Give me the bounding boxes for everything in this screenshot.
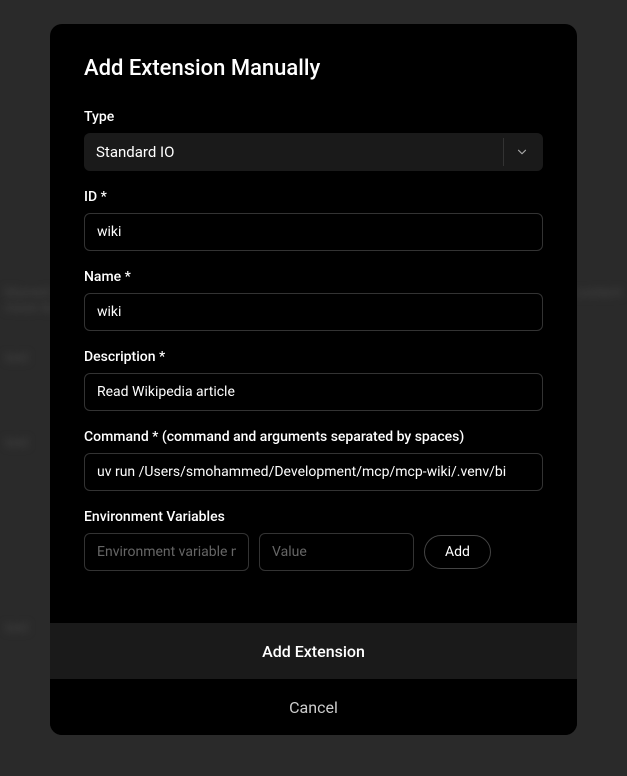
command-input[interactable] bbox=[84, 453, 543, 491]
add-env-button[interactable]: Add bbox=[424, 535, 491, 569]
add-extension-button[interactable]: Add Extension bbox=[50, 623, 577, 679]
background-text: text bbox=[5, 620, 29, 636]
env-value-input[interactable] bbox=[259, 533, 414, 571]
modal-title: Add Extension Manually bbox=[84, 56, 543, 81]
env-field-group: Environment Variables Add bbox=[84, 509, 543, 571]
background-text: text bbox=[5, 435, 29, 451]
type-label: Type bbox=[84, 109, 543, 125]
cancel-button[interactable]: Cancel bbox=[50, 679, 577, 735]
chevron-down-icon bbox=[503, 138, 531, 166]
type-select[interactable]: Standard IO bbox=[84, 133, 543, 171]
env-name-input[interactable] bbox=[84, 533, 249, 571]
id-input[interactable] bbox=[84, 213, 543, 251]
description-label: Description * bbox=[84, 349, 543, 365]
description-input[interactable] bbox=[84, 373, 543, 411]
modal-footer: Add Extension Cancel bbox=[50, 623, 577, 735]
id-field-group: ID * bbox=[84, 189, 543, 251]
type-field-group: Type Standard IO bbox=[84, 109, 543, 171]
name-field-group: Name * bbox=[84, 269, 543, 331]
id-label: ID * bbox=[84, 189, 543, 205]
command-field-group: Command * (command and arguments separat… bbox=[84, 429, 543, 491]
description-field-group: Description * bbox=[84, 349, 543, 411]
command-label: Command * (command and arguments separat… bbox=[84, 429, 543, 445]
env-label: Environment Variables bbox=[84, 509, 543, 525]
add-extension-modal: Add Extension Manually Type Standard IO … bbox=[50, 24, 577, 735]
name-label: Name * bbox=[84, 269, 543, 285]
background-text: text bbox=[5, 350, 29, 366]
type-select-value: Standard IO bbox=[96, 143, 503, 161]
name-input[interactable] bbox=[84, 293, 543, 331]
